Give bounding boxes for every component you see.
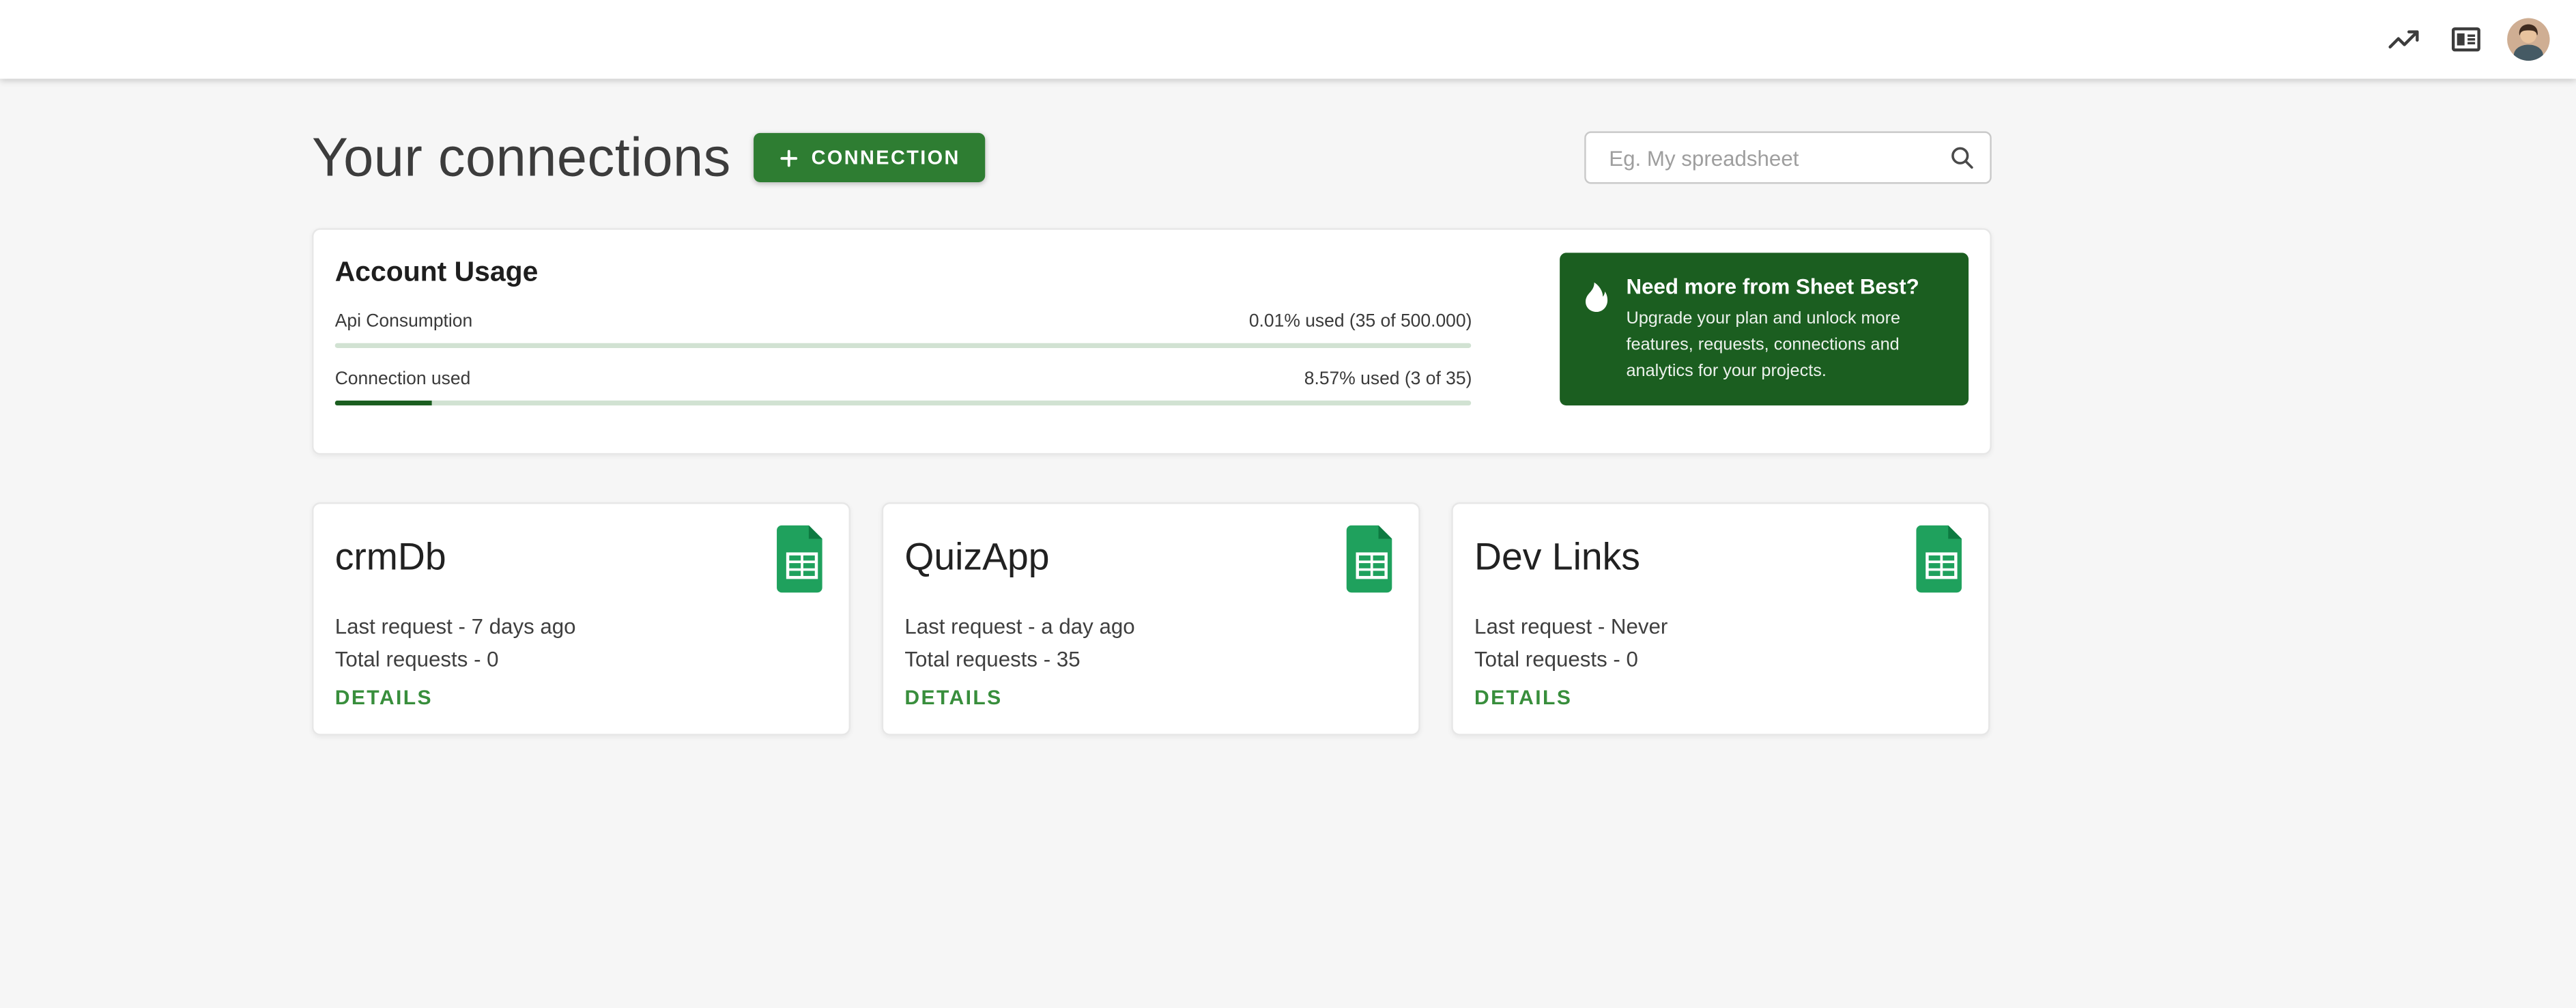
- connections-row: crmDb Last request - 7 days ago Total re…: [312, 502, 1992, 736]
- connection-card-crmdb: crmDb Last request - 7 days ago Total re…: [312, 502, 850, 736]
- page-head: Your connections CONNECTION: [312, 126, 1992, 188]
- add-connection-button[interactable]: CONNECTION: [754, 133, 984, 182]
- details-button[interactable]: DETAILS: [1465, 679, 1582, 712]
- account-usage-card: Account Usage Api Consumption 0.01% used…: [312, 228, 1992, 455]
- metric-label: Connection used: [335, 369, 471, 389]
- usage-title: Account Usage: [335, 256, 1472, 289]
- reader-mode-icon[interactable]: [2442, 15, 2491, 64]
- progress-track: [335, 401, 1472, 405]
- connection-card-quizapp: QuizApp Last request - a day ago Total r…: [882, 502, 1420, 736]
- last-request: Last request - 7 days ago: [335, 614, 828, 642]
- app-root: Your connections CONNECTION: [0, 0, 2576, 1008]
- user-avatar[interactable]: [2504, 15, 2553, 64]
- total-requests: Total requests - 0: [1474, 646, 1967, 674]
- usage-metrics: Account Usage Api Consumption 0.01% used…: [335, 253, 1472, 427]
- search-input[interactable]: [1605, 143, 1947, 171]
- details-button[interactable]: DETAILS: [325, 679, 442, 712]
- upgrade-promo[interactable]: Need more from Sheet Best? Upgrade your …: [1560, 253, 1969, 405]
- connection-meta: Last request - Never Total requests - 0: [1474, 614, 1967, 680]
- last-request: Last request - a day ago: [904, 614, 1397, 642]
- avatar-image: [2507, 18, 2550, 61]
- google-sheets-icon: [1916, 525, 1967, 601]
- progress-track: [335, 343, 1472, 348]
- promo-text: Need more from Sheet Best? Upgrade your …: [1627, 274, 1949, 385]
- connection-name: QuizApp: [904, 535, 1049, 579]
- flame-icon: [1580, 274, 1613, 385]
- top-bar: [0, 0, 2576, 78]
- google-sheets-icon: [777, 525, 828, 601]
- add-connection-label: CONNECTION: [812, 146, 960, 169]
- details-button[interactable]: DETAILS: [895, 679, 1012, 712]
- page-title: Your connections: [312, 126, 731, 188]
- page-content: Your connections CONNECTION: [312, 126, 1992, 735]
- search-icon[interactable]: [1947, 143, 1977, 172]
- last-request: Last request - Never: [1474, 614, 1967, 642]
- metric-connections-used: Connection used 8.57% used (3 of 35): [335, 369, 1472, 405]
- total-requests: Total requests - 35: [904, 646, 1397, 674]
- google-sheets-icon: [1346, 525, 1397, 601]
- connection-name: crmDb: [335, 535, 446, 579]
- total-requests: Total requests - 0: [335, 646, 828, 674]
- search-box: [1584, 131, 1992, 184]
- promo-title: Need more from Sheet Best?: [1627, 274, 1949, 299]
- connection-name: Dev Links: [1474, 535, 1640, 579]
- promo-body: Upgrade your plan and unlock more featur…: [1627, 307, 1949, 385]
- metric-api-consumption: Api Consumption 0.01% used (35 of 500.00…: [335, 312, 1472, 348]
- metric-value: 8.57% used (3 of 35): [1304, 369, 1472, 389]
- progress-fill: [335, 401, 433, 405]
- connection-meta: Last request - 7 days ago Total requests…: [335, 614, 828, 680]
- analytics-icon[interactable]: [2379, 15, 2428, 64]
- connection-card-devlinks: Dev Links Last request - Never Total req…: [1451, 502, 1990, 736]
- metric-value: 0.01% used (35 of 500.000): [1249, 312, 1472, 332]
- connection-meta: Last request - a day ago Total requests …: [904, 614, 1397, 680]
- plus-icon: [779, 147, 800, 168]
- metric-label: Api Consumption: [335, 312, 473, 332]
